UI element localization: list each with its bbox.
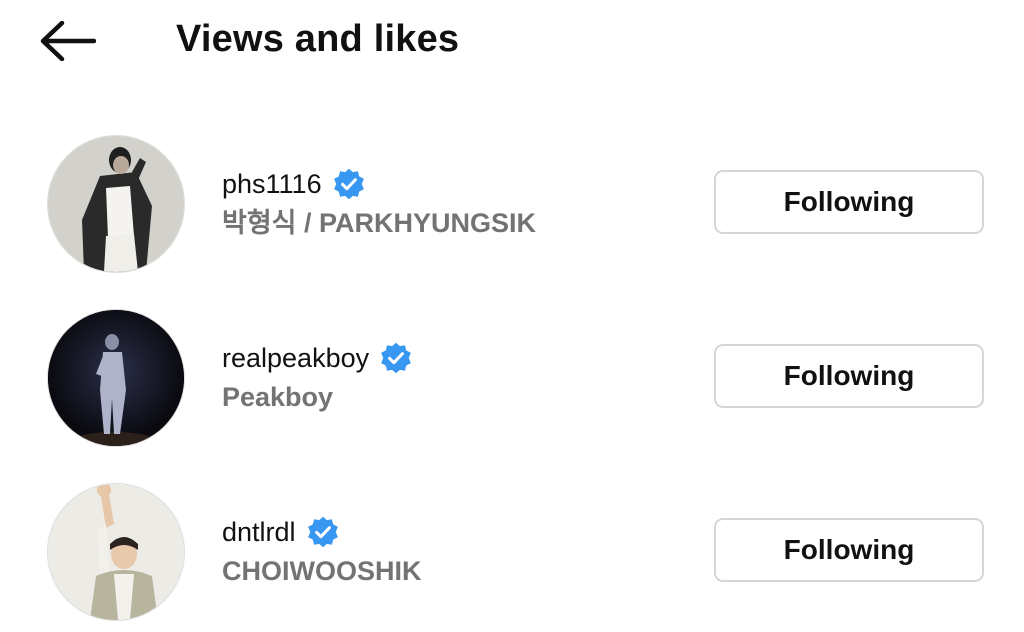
full-name: Peakboy bbox=[222, 382, 334, 412]
avatar-image bbox=[48, 310, 184, 446]
header: Views and likes bbox=[0, 0, 1024, 84]
back-button[interactable] bbox=[36, 18, 98, 64]
full-name: 박형식 / PARKHYUNGSIK bbox=[222, 208, 537, 238]
avatar[interactable] bbox=[48, 136, 184, 272]
username[interactable]: phs1116 bbox=[222, 166, 322, 202]
following-button[interactable]: Following bbox=[714, 344, 984, 408]
list-item: phs1116 박형식 / PARKHYUNGSIK Following bbox=[0, 120, 1024, 294]
verified-badge-icon bbox=[306, 515, 340, 549]
avatar-image bbox=[48, 136, 184, 272]
page-title: Views and likes bbox=[176, 18, 460, 60]
list-item: dntlrdl CHOIWOOSHIK Following bbox=[0, 468, 1024, 632]
following-button[interactable]: Following bbox=[714, 170, 984, 234]
views-and-likes-screen: Views and likes phs1116 박형식 / PARKHYUNGS… bbox=[0, 0, 1024, 632]
avatar-image bbox=[48, 484, 184, 620]
verified-badge-icon bbox=[332, 167, 366, 201]
user-info: phs1116 박형식 / PARKHYUNGSIK bbox=[222, 164, 536, 242]
avatar[interactable] bbox=[48, 310, 184, 446]
following-button[interactable]: Following bbox=[714, 518, 984, 582]
user-info: dntlrdl CHOIWOOSHIK bbox=[222, 512, 422, 590]
arrow-left-icon bbox=[40, 21, 96, 61]
user-info: realpeakboy Peakboy bbox=[222, 338, 413, 416]
verified-badge-icon bbox=[379, 341, 413, 375]
full-name: CHOIWOOSHIK bbox=[222, 556, 422, 586]
user-list: phs1116 박형식 / PARKHYUNGSIK Following rea… bbox=[0, 120, 1024, 632]
list-item: realpeakboy Peakboy Following bbox=[0, 294, 1024, 468]
avatar[interactable] bbox=[48, 484, 184, 620]
username[interactable]: dntlrdl bbox=[222, 514, 296, 550]
username[interactable]: realpeakboy bbox=[222, 340, 369, 376]
